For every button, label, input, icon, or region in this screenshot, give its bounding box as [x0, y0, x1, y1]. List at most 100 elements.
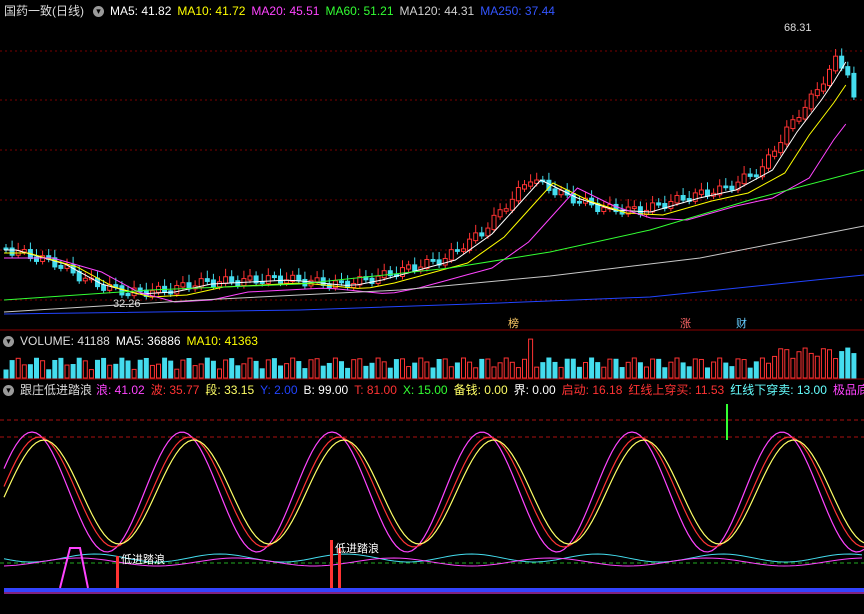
volume-toggle-icon[interactable]: ▾ [3, 336, 14, 348]
volume-bar [509, 361, 515, 379]
volume-value: VOLUME: 41188 [20, 334, 110, 348]
volume-bar [186, 358, 192, 379]
volume-bar [503, 357, 509, 379]
volume-bar [461, 357, 466, 379]
volume-bar [442, 358, 448, 379]
volume-bar [827, 349, 832, 379]
ind-jie: 界: 0.00 [513, 383, 556, 397]
volume-bar [326, 362, 332, 379]
volume-bar [247, 357, 253, 379]
candle-body [656, 202, 662, 206]
volume-bar [253, 360, 259, 379]
volume-bar [802, 347, 808, 379]
candle-body [820, 83, 826, 92]
ind-lang: 浪: 41.02 [96, 383, 145, 397]
candle-body [833, 55, 839, 72]
indicator-toggle-icon[interactable]: ▾ [3, 385, 14, 397]
volume-bar [534, 366, 540, 379]
volume-bar [314, 358, 320, 379]
volume-bar [772, 355, 778, 379]
volume-bar [278, 365, 283, 379]
marker-cai[interactable]: 财 [736, 318, 747, 330]
candle-body [278, 275, 283, 284]
volume-bar [784, 349, 790, 379]
candle-body [271, 275, 277, 279]
volume-bar [406, 366, 412, 379]
candle-body [125, 292, 131, 297]
volume-bar [27, 364, 33, 379]
volume-bar [711, 361, 717, 379]
volume-bar [308, 359, 314, 379]
volume-bar [271, 358, 277, 379]
volume-bar [149, 364, 155, 379]
candle-body [802, 106, 808, 120]
volume-bar [290, 357, 296, 379]
candle-body [265, 275, 271, 284]
volume-bar [46, 369, 52, 379]
volume-bar [686, 366, 692, 379]
volume-bar [576, 366, 582, 379]
volume-bar [607, 358, 613, 379]
volume-bar [125, 360, 131, 379]
volume-ma5: MA5: 36886 [115, 334, 181, 348]
volume-bar [601, 366, 607, 379]
volume-bar [778, 348, 784, 379]
volume-bar [82, 360, 88, 379]
volume-bar [162, 357, 168, 379]
volume-bar [174, 368, 180, 379]
candle-body [503, 208, 509, 212]
candle-body [375, 275, 381, 284]
volume-bar [741, 359, 747, 379]
candle-body [723, 185, 729, 189]
volume-bar [198, 363, 204, 379]
high-price-label: 68.31 [784, 22, 812, 34]
ind-bo: 波: 35.77 [150, 383, 200, 397]
volume-bar [766, 362, 771, 379]
volume-bar [729, 366, 735, 379]
volume-bar [613, 358, 619, 379]
ind-beiqian: 备钱: 0.00 [453, 383, 508, 397]
legend-toggle-icon[interactable]: ▾ [93, 6, 104, 18]
candle-body [753, 174, 759, 178]
volume-bar [662, 367, 668, 379]
candle-body [314, 277, 320, 283]
volume-bar [156, 363, 161, 379]
candle-body [729, 185, 735, 191]
candle-body [448, 249, 454, 261]
volume-bar [656, 358, 662, 379]
candle-body [442, 257, 448, 266]
volume-bar [345, 367, 351, 379]
volume-bar [95, 359, 100, 379]
volume-bar [522, 358, 527, 379]
low-price-label: 32.26 [113, 298, 141, 310]
candle-body [808, 93, 814, 110]
volume-bar [64, 364, 70, 379]
candle-body [412, 264, 418, 272]
ma20-line [4, 123, 847, 303]
bo-line [3, 436, 864, 548]
volume-bar [650, 358, 656, 379]
ind-hongxia: 红线下穿卖: 13.00 [730, 383, 827, 397]
volume-bar [180, 359, 186, 379]
indicator-baseline [4, 588, 864, 592]
volume-bar [839, 351, 845, 379]
volume-bar [119, 357, 125, 379]
candle-body [674, 195, 680, 204]
volume-bar [217, 368, 222, 379]
marker-bang[interactable]: 榜 [508, 318, 519, 330]
volume-bar [9, 360, 15, 379]
candle-body [552, 188, 558, 196]
volume-bar [564, 358, 570, 379]
volume-bar [58, 357, 64, 379]
candle-body [601, 207, 607, 212]
indicator-legend: ▾ 跟庄低进踏浪 浪: 41.02 波: 35.77 段: 33.15 Y: 2.00 B:… [0, 381, 864, 399]
candle-body [339, 280, 344, 284]
legend-ma250: MA250: 37.44 [480, 4, 555, 18]
candle-body [210, 279, 216, 288]
candle-body [485, 227, 491, 237]
volume-bar [570, 358, 576, 379]
volume-bar [497, 362, 503, 379]
marker-zhang[interactable]: 涨 [680, 318, 691, 330]
candle-body [101, 284, 107, 291]
volume-bar [76, 357, 82, 379]
